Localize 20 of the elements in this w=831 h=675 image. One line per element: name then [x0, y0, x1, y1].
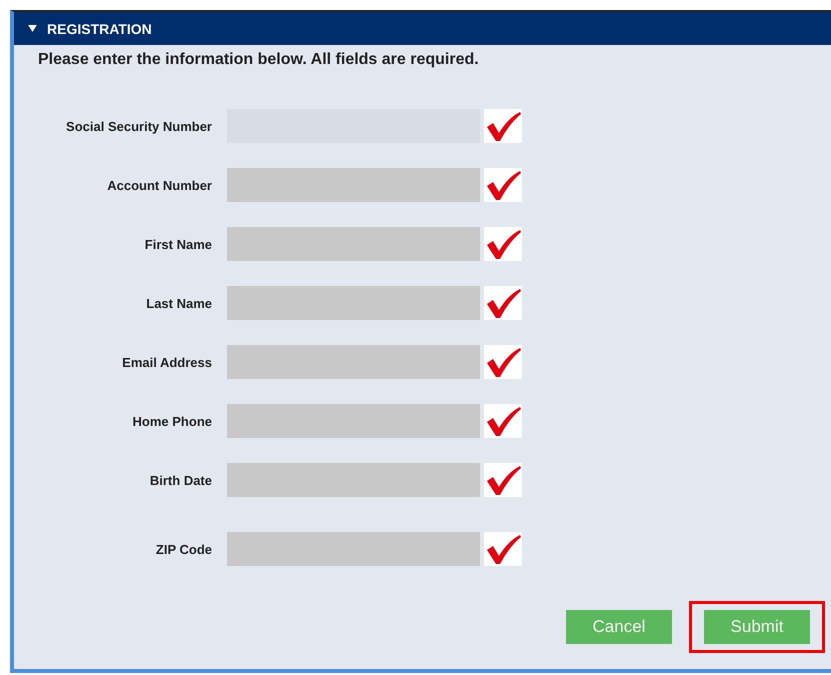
panel-title: REGISTRATION — [47, 20, 152, 36]
field-label: First Name — [144, 236, 212, 252]
input-field[interactable] — [227, 532, 480, 566]
collapse-icon[interactable] — [28, 25, 37, 32]
action-button[interactable]: Cancel — [566, 610, 672, 644]
field-label: Social Security Number — [65, 118, 212, 134]
input-field[interactable] — [227, 168, 480, 202]
input-field[interactable] — [227, 404, 480, 438]
field-label: Home Phone — [132, 414, 212, 428]
input-field[interactable] — [227, 345, 480, 379]
field-label: Account Number — [106, 178, 212, 192]
input-field[interactable] — [227, 463, 480, 497]
field-label: ZIP Code — [154, 542, 212, 556]
field-label: Email Address — [121, 354, 212, 370]
input-field[interactable] — [227, 227, 480, 261]
action-button[interactable]: Submit — [704, 610, 810, 644]
field-label: Last Name — [145, 296, 212, 310]
instructions-text: Please enter the information below. All fields are required. — [38, 51, 480, 69]
field-label: Birth Date — [148, 472, 212, 488]
input-field[interactable] — [227, 286, 480, 320]
